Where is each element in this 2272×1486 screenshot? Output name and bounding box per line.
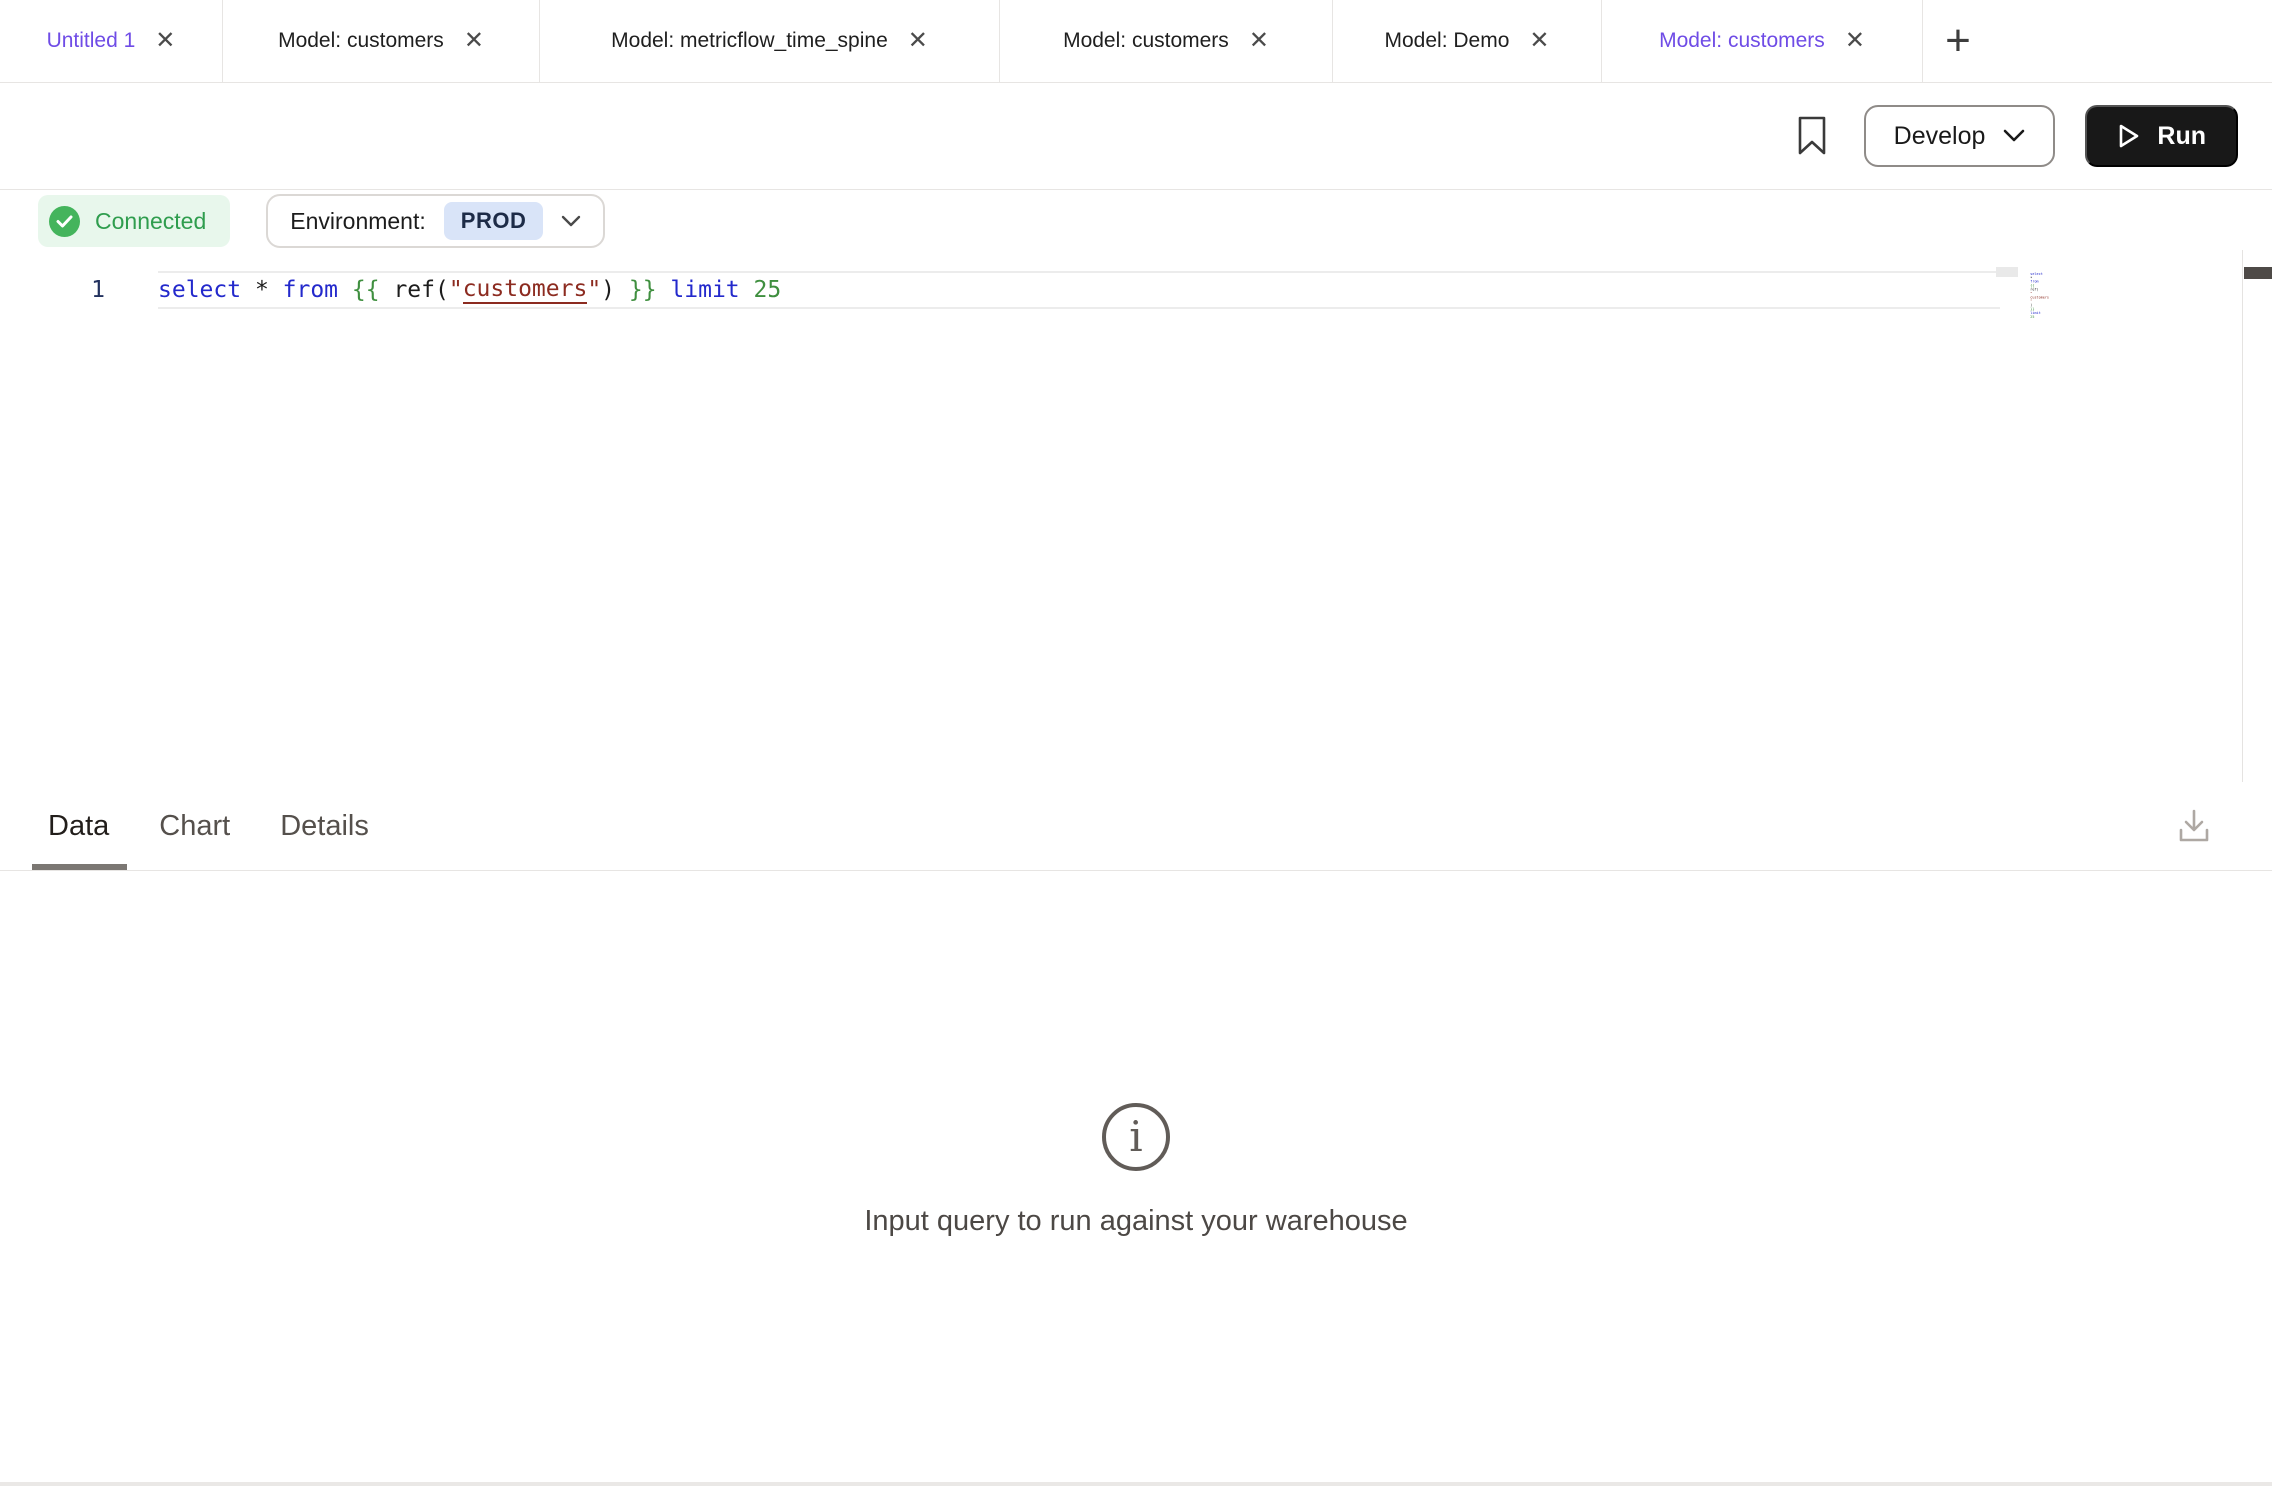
scrollbar-thumb[interactable] (2244, 267, 2272, 279)
code-token: " (449, 277, 463, 303)
download-button[interactable] (2168, 801, 2220, 853)
editor-tab-bar: Untitled 1 ✕ Model: customers ✕ Model: m… (0, 0, 2272, 83)
plus-icon: + (1945, 16, 1971, 66)
tab-label: Model: customers (278, 29, 444, 53)
minimap-token: 25 (2030, 315, 2034, 319)
tab-chart[interactable]: Chart (159, 810, 230, 843)
code-token: ref( (393, 277, 448, 303)
code-token: limit (670, 277, 753, 303)
code-token: " (587, 277, 601, 303)
empty-state-message: Input query to run against your warehous… (0, 1205, 2272, 1238)
app-window: Untitled 1 ✕ Model: customers ✕ Model: m… (0, 0, 2272, 1486)
code-token: 25 (754, 277, 782, 303)
develop-button-label: Develop (1894, 122, 1986, 151)
close-icon[interactable]: ✕ (1529, 29, 1549, 53)
tab-label: Model: customers (1063, 29, 1229, 53)
code-token: select (158, 277, 255, 303)
close-icon[interactable]: ✕ (464, 29, 484, 53)
code-token: {{ (352, 277, 394, 303)
info-glyph: i (1129, 1116, 1142, 1158)
chevron-down-icon (2003, 129, 2025, 143)
tab-label: Model: customers (1659, 29, 1825, 53)
minimap-viewport[interactable] (1996, 267, 2018, 277)
tab-model-customers-3[interactable]: Model: customers ✕ (1602, 0, 1923, 82)
bookmark-button[interactable] (1790, 110, 1834, 162)
run-button[interactable]: Run (2085, 105, 2238, 167)
close-icon[interactable]: ✕ (908, 29, 928, 53)
results-empty-state: i Input query to run against your wareho… (0, 1103, 2272, 1238)
tab-label: Model: Demo (1385, 29, 1510, 53)
code-token: ) (601, 277, 629, 303)
ref-link[interactable]: customers (463, 276, 588, 304)
tab-model-metricflow-time-spine[interactable]: Model: metricflow_time_spine ✕ (540, 0, 1000, 82)
tab-details[interactable]: Details (280, 810, 369, 843)
tab-label: Untitled 1 (47, 29, 136, 53)
active-tab-underline (32, 864, 127, 870)
line-number: 1 (60, 277, 105, 303)
new-tab-button[interactable]: + (1923, 0, 1993, 82)
code-editor-line[interactable]: select * from {{ ref( " customers " ) }}… (158, 271, 2000, 309)
results-tab-bar: Data Chart Details (0, 783, 2272, 871)
tab-model-customers-2[interactable]: Model: customers ✕ (1000, 0, 1333, 82)
close-icon[interactable]: ✕ (1845, 29, 1865, 53)
environment-label: Environment: (290, 208, 426, 235)
code-token: }} (629, 277, 671, 303)
tab-model-demo[interactable]: Model: Demo ✕ (1333, 0, 1602, 82)
close-icon[interactable]: ✕ (155, 29, 175, 53)
scrollbar-track (2242, 250, 2243, 782)
window-bottom-border (0, 1482, 2272, 1486)
check-circle-icon (49, 206, 80, 237)
environment-selector[interactable]: Environment: PROD (266, 194, 605, 248)
connection-status-row: Connected Environment: PROD (38, 194, 605, 248)
chevron-down-icon (561, 215, 581, 227)
info-icon: i (1102, 1103, 1170, 1171)
download-icon (2176, 808, 2212, 846)
tab-data[interactable]: Data (48, 810, 109, 843)
connected-status-label: Connected (95, 208, 206, 235)
minimap[interactable]: select * from {{ ref( " customers " ) }}… (2022, 268, 2049, 323)
tab-untitled-1[interactable]: Untitled 1 ✕ (0, 0, 223, 82)
tab-label: Model: metricflow_time_spine (611, 29, 888, 53)
play-icon (2117, 123, 2141, 149)
connected-status-badge: Connected (38, 195, 230, 247)
close-icon[interactable]: ✕ (1249, 29, 1269, 53)
develop-button[interactable]: Develop (1864, 105, 2056, 167)
code-token: * (255, 277, 283, 303)
environment-value-badge: PROD (444, 202, 544, 240)
bookmark-icon (1797, 116, 1827, 156)
toolbar: Develop Run (0, 83, 2272, 190)
minimap-token: customers (2030, 295, 2049, 299)
tab-model-customers-1[interactable]: Model: customers ✕ (223, 0, 540, 82)
run-button-label: Run (2157, 122, 2206, 151)
code-token: from (283, 277, 352, 303)
